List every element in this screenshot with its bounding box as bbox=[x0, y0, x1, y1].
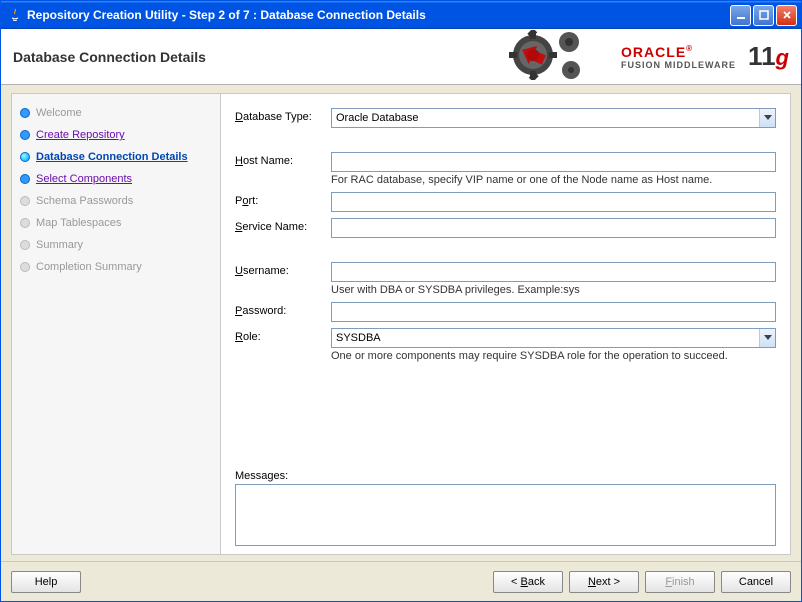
oracle-logo: ORACLE® FUSION MIDDLEWARE 11g bbox=[621, 41, 789, 72]
messages-box bbox=[235, 484, 776, 546]
form-panel: Database Type: Oracle Database Host Name… bbox=[221, 93, 791, 555]
window-title: Repository Creation Utility - Step 2 of … bbox=[27, 8, 730, 22]
header-banner: Database Connection Details ORACL bbox=[1, 29, 801, 85]
step-select-components[interactable]: Select Components bbox=[18, 168, 214, 190]
step-summary: Summary bbox=[18, 234, 214, 256]
next-button[interactable]: Next > bbox=[569, 571, 639, 593]
close-button[interactable] bbox=[776, 5, 797, 26]
window-buttons bbox=[730, 5, 797, 26]
step-map-tablespaces: Map Tablespaces bbox=[18, 212, 214, 234]
maximize-button[interactable] bbox=[753, 5, 774, 26]
database-type-label: Database Type: bbox=[235, 108, 331, 123]
role-hint: One or more components may require SYSDB… bbox=[331, 350, 776, 362]
service-label: Service Name: bbox=[235, 218, 331, 233]
step-schema-passwords: Schema Passwords bbox=[18, 190, 214, 212]
footer-bar: Help < Back Next > Finish Cancel bbox=[1, 561, 801, 601]
version-logo: 11g bbox=[748, 41, 789, 72]
help-button[interactable]: Help bbox=[11, 571, 81, 593]
step-dot-icon bbox=[20, 152, 30, 162]
messages-label: Messages: bbox=[235, 470, 776, 482]
step-dot-icon bbox=[20, 262, 30, 272]
host-hint: For RAC database, specify VIP name or on… bbox=[331, 174, 776, 186]
steps-sidebar: Welcome Create Repository Database Conne… bbox=[11, 93, 221, 555]
host-label: Host Name: bbox=[235, 152, 331, 167]
step-dot-icon bbox=[20, 174, 30, 184]
service-input[interactable] bbox=[331, 218, 776, 238]
username-input[interactable] bbox=[331, 262, 776, 282]
port-input[interactable] bbox=[331, 192, 776, 212]
cancel-button[interactable]: Cancel bbox=[721, 571, 791, 593]
step-create-repository[interactable]: Create Repository bbox=[18, 124, 214, 146]
username-hint: User with DBA or SYSDBA privileges. Exam… bbox=[331, 284, 776, 296]
wizard-window: Repository Creation Utility - Step 2 of … bbox=[0, 0, 802, 602]
finish-button[interactable]: Finish bbox=[645, 571, 715, 593]
database-type-select[interactable]: Oracle Database bbox=[331, 108, 776, 128]
back-button[interactable]: < Back bbox=[493, 571, 563, 593]
page-title: Database Connection Details bbox=[13, 49, 491, 65]
host-input[interactable] bbox=[331, 152, 776, 172]
step-dot-icon bbox=[20, 130, 30, 140]
username-label: Username: bbox=[235, 262, 331, 277]
step-dot-icon bbox=[20, 218, 30, 228]
minimize-button[interactable] bbox=[730, 5, 751, 26]
step-dot-icon bbox=[20, 240, 30, 250]
password-input[interactable] bbox=[331, 302, 776, 322]
password-label: Password: bbox=[235, 302, 331, 317]
role-select[interactable]: SYSDBA bbox=[331, 328, 776, 348]
step-db-connection[interactable]: Database Connection Details bbox=[18, 146, 214, 168]
role-label: Role: bbox=[235, 328, 331, 343]
java-icon bbox=[7, 7, 23, 23]
chevron-down-icon bbox=[759, 329, 775, 347]
step-welcome: Welcome bbox=[18, 102, 214, 124]
step-completion-summary: Completion Summary bbox=[18, 256, 214, 278]
step-dot-icon bbox=[20, 108, 30, 118]
step-dot-icon bbox=[20, 196, 30, 206]
titlebar: Repository Creation Utility - Step 2 of … bbox=[1, 1, 801, 29]
wizard-body: Welcome Create Repository Database Conne… bbox=[1, 85, 801, 555]
brand-text: ORACLE bbox=[621, 44, 686, 60]
chevron-down-icon bbox=[759, 109, 775, 127]
brand-tagline: FUSION MIDDLEWARE bbox=[621, 60, 736, 70]
port-label: Port: bbox=[235, 192, 331, 207]
gears-graphic bbox=[491, 30, 611, 83]
